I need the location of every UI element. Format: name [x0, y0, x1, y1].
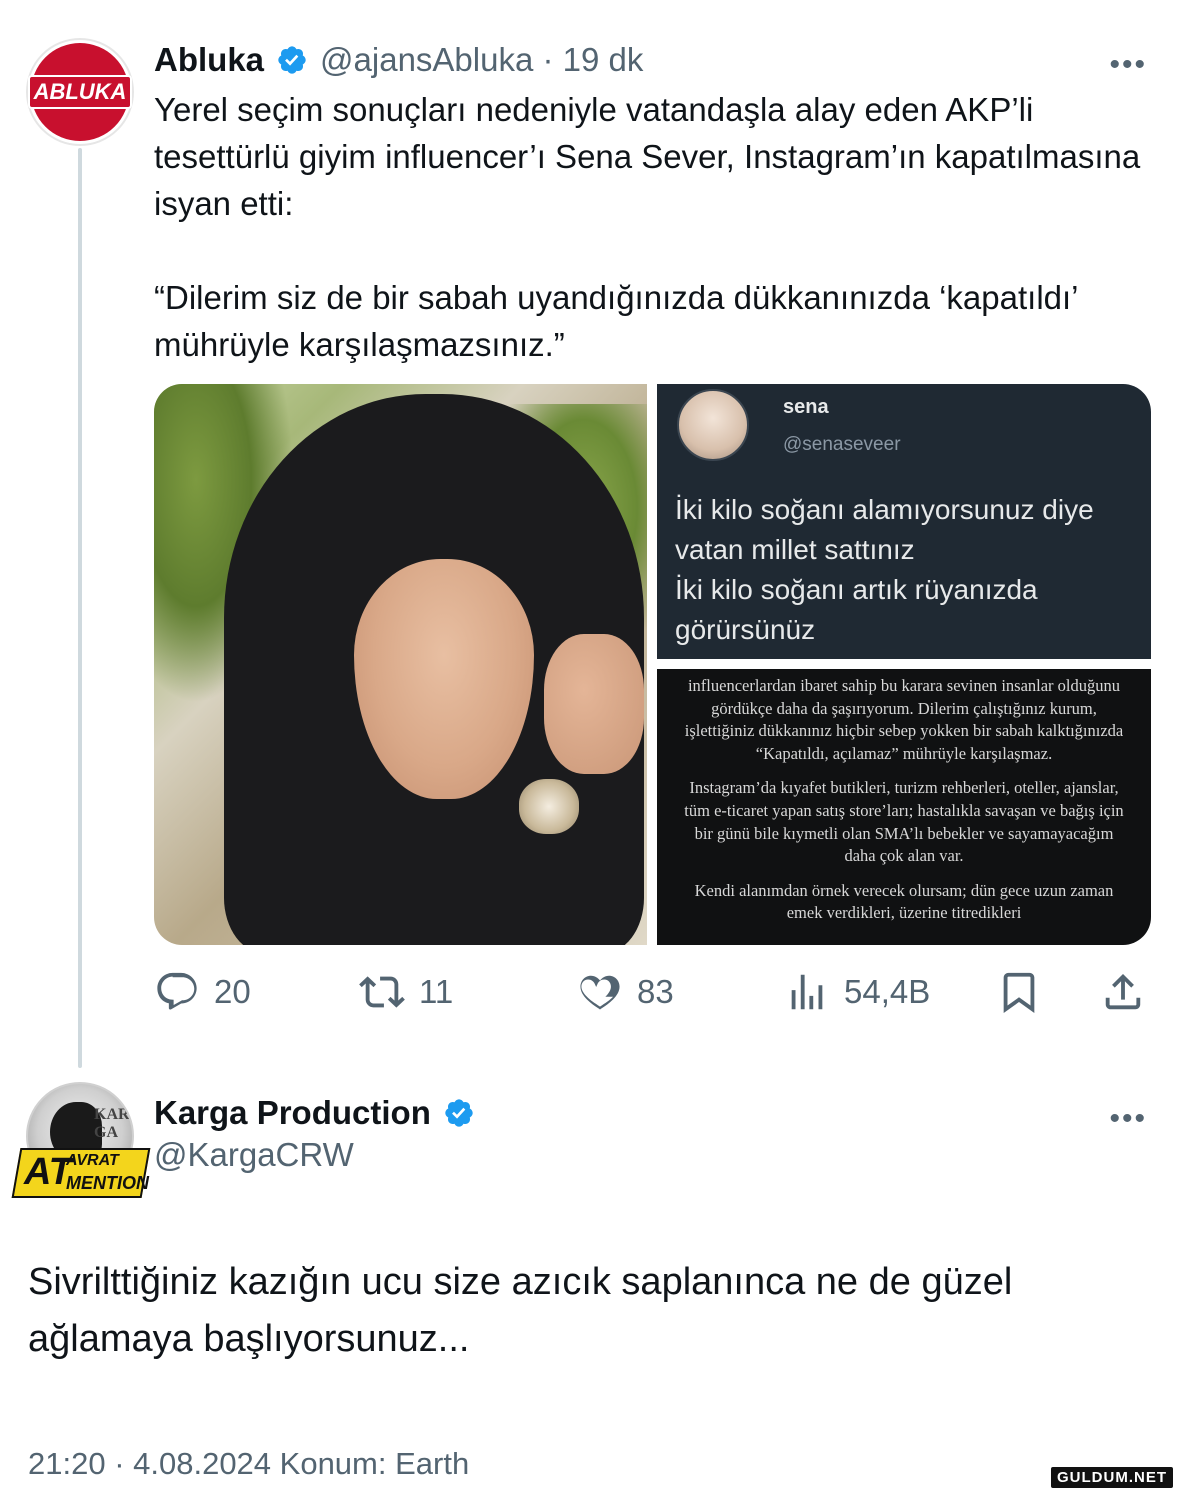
tweet-header: Karga Production	[154, 1092, 475, 1134]
author-name[interactable]: Karga Production	[154, 1094, 431, 1132]
retweet-icon	[359, 976, 405, 1008]
views-chart-icon	[791, 974, 823, 1010]
abluka-logo: ABLUKA	[27, 43, 133, 141]
watermark-logo: GULDUM.NET	[1051, 1467, 1173, 1488]
tweet-media[interactable]: sena @senaseveer İki kilo soğanı alamıyo…	[154, 384, 1151, 945]
tweet-text: Yerel seçim sonuçları nedeniyle vatandaş…	[154, 91, 1141, 363]
abluka-logo-text: ABLUKA	[27, 75, 133, 109]
views-count: 54,4B	[844, 973, 931, 1010]
media-right-column: sena @senaseveer İki kilo soğanı alamıyo…	[657, 384, 1151, 945]
reply-count: 20	[214, 973, 251, 1010]
media-photo-portrait[interactable]	[154, 384, 647, 945]
karga-logo-at: AT	[24, 1151, 72, 1193]
author-name[interactable]: Abluka	[154, 41, 264, 79]
retweet-button[interactable]: 11	[359, 962, 453, 1022]
avatar-karga[interactable]: KAR GA AT AVRAT MENTION	[11, 1082, 151, 1200]
views-button[interactable]: 54,4B	[784, 962, 930, 1022]
avatar-abluka[interactable]: ABLUKA	[26, 38, 134, 146]
bookmark-icon	[1003, 972, 1035, 1013]
media-embedded-post[interactable]: sena @senaseveer İki kilo soğanı alamıyo…	[657, 384, 1151, 659]
tweet-actions: 20 11 83 54,4B	[154, 962, 1151, 1022]
more-dots-icon[interactable]: •••	[1109, 1102, 1147, 1136]
like-count: 83	[637, 973, 674, 1010]
karga-logo-mention: MENTION	[66, 1173, 149, 1193]
share-button[interactable]	[1100, 962, 1146, 1022]
like-button[interactable]: 83	[577, 962, 674, 1022]
embedded-post-name: sena	[783, 396, 829, 418]
photo-hand	[544, 634, 644, 774]
verified-badge-icon	[278, 46, 306, 74]
embedded-post-avatar	[677, 389, 749, 461]
karga-logo-text: KAR GA	[94, 1106, 130, 1141]
author-handle[interactable]: @KargaCRW	[154, 1136, 354, 1174]
embedded-post-handle: @senaseveer	[783, 434, 901, 455]
story-paragraph: Instagram’da kıyafet butikleri, turizm r…	[684, 778, 1124, 866]
tweet-header: Abluka @ajansAbluka · 19 dk	[154, 38, 643, 82]
karga-logo-avrat: AVRAT	[66, 1152, 119, 1169]
tweet-text: Sivrilttiğiniz kazığın ucu size azıcık s…	[28, 1261, 1013, 1360]
bookmark-button[interactable]	[996, 962, 1042, 1022]
share-icon	[1105, 973, 1141, 1010]
retweet-count: 11	[419, 973, 454, 1010]
photo-watch	[519, 779, 579, 834]
more-dots-icon[interactable]: •••	[1109, 48, 1147, 82]
heart-icon	[580, 975, 620, 1010]
tweet-meta-timestamp-location[interactable]: 21:20 · 4.08.2024 Konum: Earth	[28, 1446, 469, 1482]
verified-badge-icon	[445, 1099, 473, 1127]
thread-connector-line	[78, 148, 82, 1068]
reply-button[interactable]: 20	[154, 962, 251, 1022]
story-paragraph: Kendi alanımdan örnek verecek olursam; d…	[694, 880, 1114, 923]
media-story-screenshot[interactable]: influencerlardan ibaret sahip bu karara …	[657, 669, 1151, 945]
story-paragraph: influencerlardan ibaret sahip bu karara …	[684, 676, 1124, 763]
author-handle-time[interactable]: @ajansAbluka · 19 dk	[320, 41, 643, 79]
embedded-post-text: İki kilo soğanı alamıyorsunuz diye vatan…	[675, 494, 1094, 645]
reply-icon	[157, 972, 197, 1010]
